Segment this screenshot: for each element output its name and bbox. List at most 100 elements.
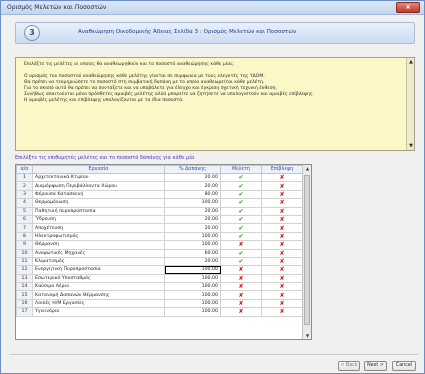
table-row[interactable]: 14 Καύσιμο Αέριο 100.00 ✘ ✘ [16, 282, 303, 292]
cell-study[interactable]: ✘ [220, 240, 262, 250]
cell-percent[interactable]: 20.00 [164, 256, 221, 267]
cell-task[interactable]: Ανυψωτικές Μηχανές [32, 248, 165, 258]
cell-task[interactable]: Παθητική πυροπροστασία [32, 206, 165, 216]
cell-percent[interactable]: 20.00 [164, 181, 221, 191]
cell-percent[interactable]: 100.00 [164, 265, 221, 275]
table-row[interactable]: 15 Κατανομή Δαπανών Θέρμανσης 100.00 ✘ ✘ [16, 290, 303, 300]
cell-percent[interactable]: 100.00 [164, 231, 221, 242]
cell-supervision[interactable]: ✘ [261, 231, 303, 242]
cell-task[interactable]: Κατανομή Δαπανών Θέρμανσης [32, 290, 165, 300]
cell-supervision[interactable]: ✘ [261, 298, 303, 309]
cell-supervision[interactable]: ✘ [261, 290, 303, 300]
cell-task[interactable]: Ενεργητική Πυροπροστασία [32, 265, 165, 275]
cell-task[interactable]: Διαμόρφωση Περιβάλλοντα Χώρου [32, 181, 165, 191]
cell-supervision[interactable]: ✘ [261, 307, 303, 317]
table-row[interactable]: 8 Ηλεκτροφωτισμός 100.00 ✔ ✘ [16, 231, 303, 242]
column-header-task[interactable]: Εργασία [32, 165, 165, 174]
cell-task[interactable]: Εσωτερικό Υποσταθμός [32, 273, 165, 284]
cell-percent[interactable]: 100.00 [164, 290, 221, 300]
cell-task[interactable]: Αποχέτευση [32, 223, 165, 233]
cell-supervision[interactable]: ✘ [261, 248, 303, 258]
scroll-down-icon[interactable]: ▼ [304, 333, 311, 338]
cell-study[interactable]: ✔ [220, 189, 262, 200]
cell-task[interactable]: Κλιματισμός [32, 256, 165, 267]
scroll-down-icon[interactable]: ▼ [408, 143, 414, 149]
cell-supervision[interactable]: ✘ [261, 172, 303, 183]
cell-percent[interactable]: 20.00 [164, 214, 221, 225]
column-header-study[interactable]: Μελέτη [220, 165, 262, 174]
cell-study[interactable]: ✘ [220, 273, 262, 284]
cell-supervision[interactable]: ✘ [261, 214, 303, 225]
cell-study[interactable]: ✘ [220, 290, 262, 300]
cell-supervision[interactable]: ✘ [261, 273, 303, 284]
grid-scrollbar[interactable]: ▲ ▼ [302, 165, 311, 339]
back-button[interactable]: < Back [338, 361, 360, 371]
cell-task[interactable]: Καύσιμο Αέριο [32, 282, 165, 292]
cell-study[interactable]: ✔ [220, 181, 262, 191]
cell-study[interactable]: ✘ [220, 298, 262, 309]
cell-supervision[interactable]: ✘ [261, 256, 303, 267]
cell-supervision[interactable]: ✘ [261, 282, 303, 292]
cell-study[interactable]: ✔ [220, 198, 262, 208]
cell-task[interactable]: Υγιεινόριο [32, 307, 165, 317]
cell-percent[interactable]: 100.00 [164, 198, 221, 208]
instructions-scrollbar[interactable]: ▲ ▼ [406, 58, 414, 150]
cell-task[interactable]: Θέρμανση [32, 240, 165, 250]
cell-supervision[interactable]: ✘ [261, 206, 303, 216]
cell-task[interactable]: Ύδρευση [32, 214, 165, 225]
cell-percent[interactable]: 60.00 [164, 248, 221, 258]
cell-percent[interactable]: 100.00 [164, 282, 221, 292]
column-header-aa[interactable]: α/α [16, 165, 33, 174]
scroll-up-icon[interactable]: ▲ [408, 59, 414, 65]
cell-percent[interactable]: 100.00 [164, 298, 221, 309]
table-row[interactable]: 17 Υγιεινόριο 100.00 ✘ ✘ [16, 307, 303, 317]
cell-study[interactable]: ✔ [220, 223, 262, 233]
table-row[interactable]: 16 Λοιπές Η/Μ Εργασίες 100.00 ✘ ✘ [16, 298, 303, 309]
close-button[interactable]: × [396, 2, 420, 13]
cell-study[interactable]: ✔ [220, 256, 262, 267]
cell-percent[interactable]: 100.00 [164, 240, 221, 250]
cell-task[interactable]: Θερμομόνωση [32, 198, 165, 208]
table-row[interactable]: 12 Ενεργητική Πυροπροστασία 100.00 ✘ ✘ [16, 265, 303, 275]
cell-study[interactable]: ✔ [220, 214, 262, 225]
cell-percent[interactable]: 100.00 [164, 307, 221, 317]
cell-task[interactable]: Αρχιτεκτονικά Κτιρίου [32, 172, 165, 183]
cell-supervision[interactable]: ✘ [261, 223, 303, 233]
table-row[interactable]: 13 Εσωτερικό Υποσταθμός 100.00 ✘ ✘ [16, 273, 303, 284]
cell-task[interactable]: Λοιπές Η/Μ Εργασίες [32, 298, 165, 309]
table-row[interactable]: 10 Ανυψωτικές Μηχανές 60.00 ✔ ✘ [16, 248, 303, 258]
cell-task[interactable]: Φέρουσα Κατασκευή [32, 189, 165, 200]
column-header-percent[interactable]: % Δαπάνης [164, 165, 221, 174]
cell-study[interactable]: ✔ [220, 248, 262, 258]
table-row[interactable]: 1 Αρχιτεκτονικά Κτιρίου 20.00 ✔ ✘ [16, 172, 303, 183]
cell-supervision[interactable]: ✘ [261, 189, 303, 200]
cell-study[interactable]: ✘ [220, 307, 262, 317]
table-row[interactable]: 6 Ύδρευση 20.00 ✔ ✘ [16, 214, 303, 225]
table-row[interactable]: 9 Θέρμανση 100.00 ✘ ✘ [16, 240, 303, 250]
scrollbar-thumb[interactable] [304, 175, 310, 325]
table-row[interactable]: 5 Παθητική πυροπροστασία 20.00 ✔ ✘ [16, 206, 303, 216]
cell-study[interactable]: ✔ [220, 206, 262, 216]
cell-study[interactable]: ✔ [220, 172, 262, 183]
cell-task[interactable]: Ηλεκτροφωτισμός [32, 231, 165, 242]
cell-supervision[interactable]: ✘ [261, 181, 303, 191]
cell-supervision[interactable]: ✘ [261, 240, 303, 250]
cell-percent[interactable]: 100.00 [164, 273, 221, 284]
next-button[interactable]: Next > [364, 361, 387, 371]
cell-percent[interactable]: 80.00 [164, 189, 221, 200]
table-row[interactable]: 4 Θερμομόνωση 100.00 ✔ ✘ [16, 198, 303, 208]
table-row[interactable]: 2 Διαμόρφωση Περιβάλλοντα Χώρου 20.00 ✔ ✘ [16, 181, 303, 191]
cell-percent[interactable]: 20.00 [164, 206, 221, 216]
cell-supervision[interactable]: ✘ [261, 265, 303, 275]
table-row[interactable]: 3 Φέρουσα Κατασκευή 80.00 ✔ ✘ [16, 189, 303, 200]
column-header-supervision[interactable]: Επίβλεψη [261, 165, 303, 174]
cancel-button[interactable]: Cancel [392, 361, 416, 371]
cell-study[interactable]: ✘ [220, 282, 262, 292]
cell-percent[interactable]: 20.00 [164, 172, 221, 183]
cell-percent[interactable]: 20.00 [164, 223, 221, 233]
table-row[interactable]: 7 Αποχέτευση 20.00 ✔ ✘ [16, 223, 303, 233]
cell-study[interactable]: ✔ [220, 231, 262, 242]
cell-supervision[interactable]: ✘ [261, 198, 303, 208]
scroll-up-icon[interactable]: ▲ [304, 166, 311, 171]
table-row[interactable]: 11 Κλιματισμός 20.00 ✔ ✘ [16, 256, 303, 267]
